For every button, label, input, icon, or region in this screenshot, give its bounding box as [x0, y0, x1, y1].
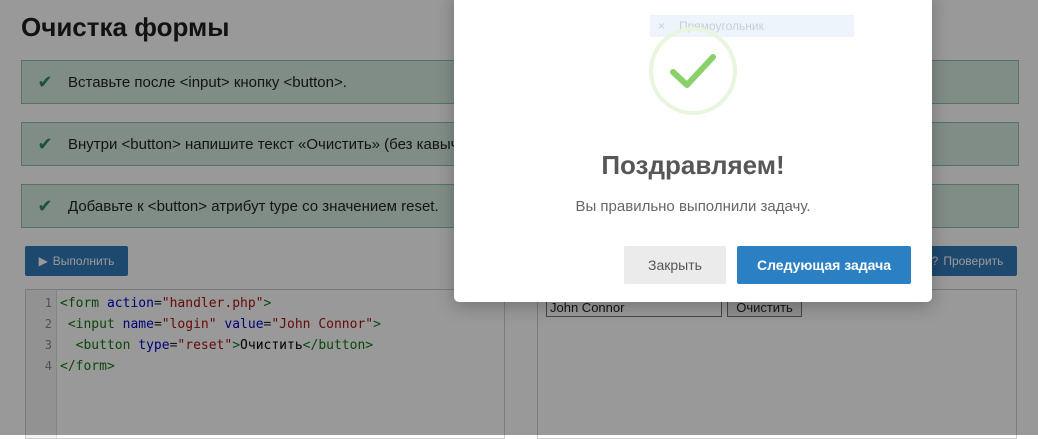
close-button[interactable]: Закрыть — [624, 246, 726, 284]
success-dialog: × Прямоугольник Поздравляем! Вы правильно… — [454, 0, 932, 302]
dialog-message: Вы правильно выполнили задачу. — [575, 198, 811, 215]
close-icon: × — [658, 19, 666, 33]
success-check-icon — [649, 27, 737, 115]
dialog-title: Поздравляем! — [601, 150, 785, 180]
next-task-button[interactable]: Следующая задача — [737, 246, 911, 284]
